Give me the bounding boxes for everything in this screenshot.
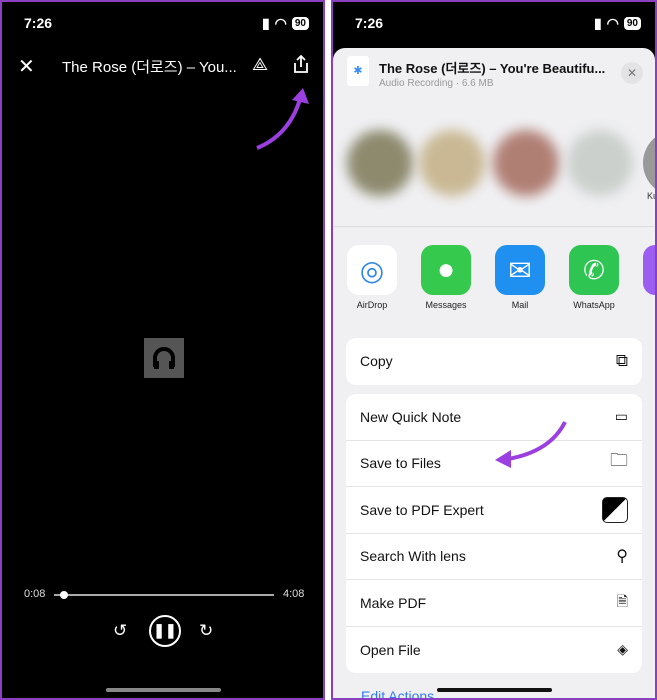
status-bar: 7:26 ▮ ◠ 90: [2, 12, 323, 34]
elapsed-time: 0:08: [24, 588, 46, 600]
headphones-icon: [144, 338, 184, 378]
battery-icon: 90: [291, 17, 309, 30]
pdf-expert-icon: [602, 496, 628, 523]
annotation-arrow: [256, 88, 309, 150]
close-icon[interactable]: ✕: [18, 54, 35, 79]
contact-avatar[interactable]: [347, 130, 413, 196]
edit-actions-link[interactable]: Edit Actions: [361, 688, 434, 698]
rewind-10-icon[interactable]: ↺: [113, 621, 127, 641]
right-phone-screen: 7:26 ▮ ◠ 90 ✱ The Rose (더로즈) – You're Beau…: [331, 0, 657, 700]
signal-icon: ▮: [593, 15, 602, 31]
airdrop-icon: ◎: [347, 245, 397, 295]
messages-icon: ●: [421, 245, 471, 295]
home-indicator: [106, 688, 221, 692]
seek-knob[interactable]: [60, 591, 69, 599]
add-to-drive-icon[interactable]: ⟁: [252, 54, 268, 75]
app-airdrop[interactable]: ◎ AirDrop: [342, 245, 402, 310]
folder-icon: 🗀: [610, 450, 628, 471]
status-time: 7:26: [24, 15, 53, 31]
action-label: Save to Files: [360, 455, 441, 472]
contact-avatar[interactable]: [567, 130, 633, 196]
audio-file-icon: ✱: [347, 56, 369, 86]
app-label: Messages: [425, 300, 467, 310]
copy-group: Copy ⧉: [346, 338, 642, 385]
action-open-file[interactable]: Open File ◈: [346, 627, 642, 674]
app-label: AirDrop: [356, 300, 388, 310]
share-file-title: The Rose (더로즈) – You're Beautifu...: [379, 61, 606, 76]
annotation-arrow: [495, 421, 567, 468]
action-label: Open File: [360, 641, 421, 658]
action-search-with-lens[interactable]: Search With lens ⚲: [346, 534, 642, 580]
app-more[interactable]: Me: [638, 245, 655, 310]
mail-icon: ✉: [495, 245, 545, 295]
wifi-icon: ◠: [274, 15, 287, 31]
status-time: 7:26: [355, 15, 384, 31]
action-save-to-pdf-expert[interactable]: Save to PDF Expert: [346, 487, 642, 534]
contact-avatar[interactable]: [419, 130, 485, 196]
copy-action[interactable]: Copy ⧉: [346, 338, 642, 385]
copy-icon: ⧉: [615, 351, 628, 371]
action-label: Save to PDF Expert: [360, 501, 484, 518]
app-mail[interactable]: ✉ Mail: [490, 245, 550, 310]
app-messages[interactable]: ● Messages: [416, 245, 476, 310]
search-icon: ⚲: [616, 548, 628, 566]
whatsapp-icon: ✆: [569, 245, 619, 295]
app-whatsapp[interactable]: ✆ WhatsApp: [564, 245, 624, 310]
action-label: New Quick Note: [360, 408, 462, 425]
battery-icon: 90: [623, 17, 641, 30]
share-sheet: ✱ The Rose (더로즈) – You're Beautifu... Au…: [333, 48, 655, 698]
file-title: The Rose (더로즈) – You...: [62, 59, 237, 76]
divider: [333, 226, 655, 227]
pause-button[interactable]: ❚❚: [149, 615, 181, 647]
quick-note-icon: ▭: [614, 408, 628, 425]
action-label: Copy: [360, 353, 393, 370]
share-file-subtitle: Audio Recording · 6.6 MB: [379, 78, 494, 89]
action-make-pdf[interactable]: Make PDF 🗎: [346, 580, 642, 627]
close-share-button[interactable]: ✕: [621, 62, 643, 84]
wifi-icon: ◠: [606, 15, 619, 31]
action-label: Search With lens: [360, 548, 466, 565]
seek-bar[interactable]: [54, 591, 274, 599]
app-label: WhatsApp: [573, 300, 615, 310]
left-phone-screen: 7:26 ▮ ◠ 90 ✕ The Rose (더로즈) – You... ⟁ 0:…: [0, 0, 325, 700]
document-icon: 🗎: [616, 592, 628, 609]
contact-name: Ku: [647, 191, 657, 201]
share-icon[interactable]: [292, 54, 310, 74]
action-label: Make PDF: [360, 594, 427, 611]
forward-10-icon[interactable]: ↻: [199, 621, 213, 641]
duration: 4:08: [283, 588, 305, 600]
home-indicator: [437, 688, 552, 692]
layers-icon: ◈: [617, 641, 628, 658]
contact-avatar[interactable]: [493, 130, 559, 196]
signal-icon: ▮: [261, 15, 270, 31]
status-bar: 7:26 ▮ ◠ 90: [333, 12, 655, 34]
app-icon: [643, 245, 655, 295]
contact-avatar[interactable]: [643, 130, 655, 196]
app-label: Mail: [511, 300, 529, 310]
